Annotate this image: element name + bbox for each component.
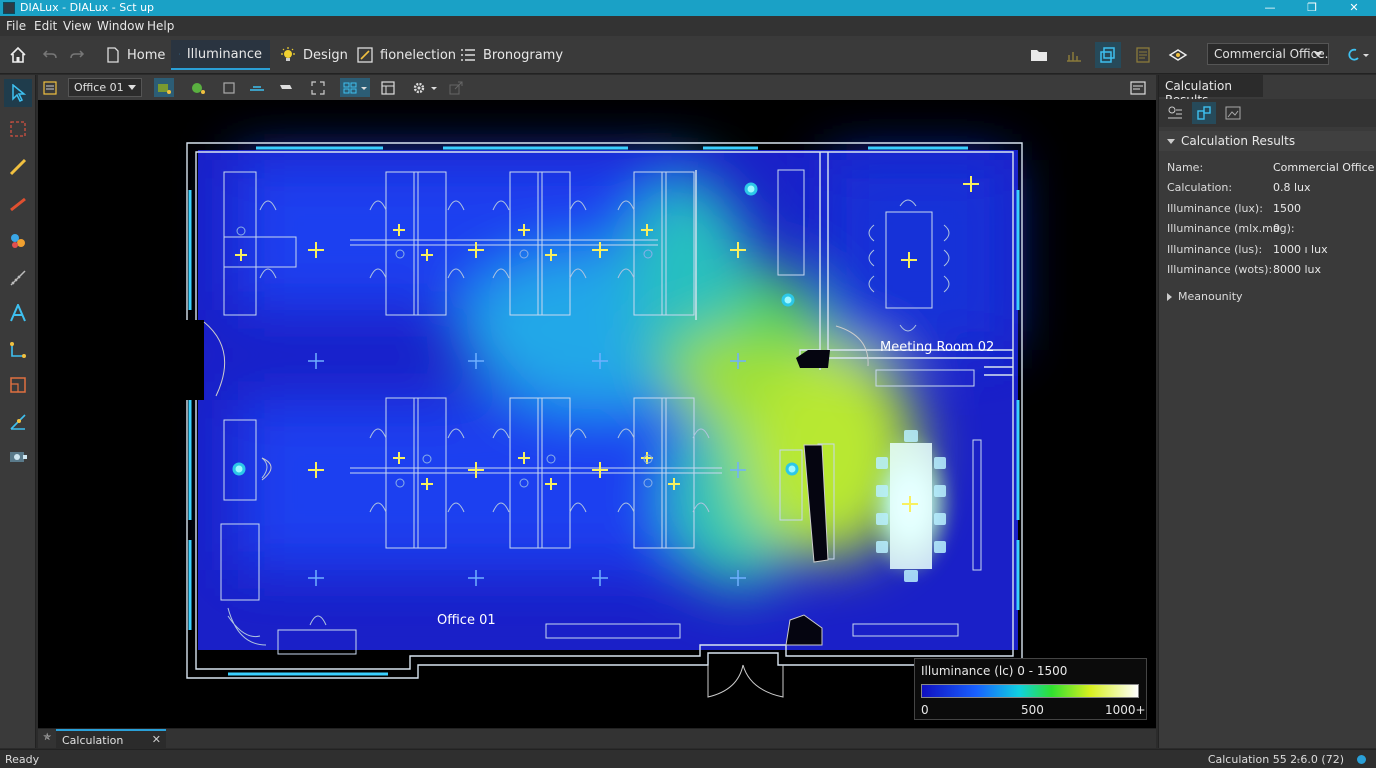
- bottom-tab-bar: ✯ Calculation Results ✕: [38, 728, 1156, 760]
- close-tab-icon[interactable]: ✕: [152, 733, 161, 746]
- tab-illuminance[interactable]: Illuminance: [171, 40, 270, 70]
- heatmap-floorplan: Office 01 Meeting Room 02: [178, 142, 1023, 698]
- chevron-down-icon: [128, 85, 136, 90]
- settings-dropdown-icon[interactable]: [410, 78, 440, 97]
- close-button[interactable]: ✕: [1334, 0, 1374, 16]
- list-icon: [461, 49, 475, 61]
- menu-view[interactable]: View: [63, 19, 91, 33]
- sphere-view-icon[interactable]: [188, 78, 208, 97]
- room-icon[interactable]: [4, 371, 32, 399]
- tab-home[interactable]: Home: [98, 40, 173, 70]
- restore-icon[interactable]: ❐: [1292, 0, 1332, 16]
- status-ready: Ready: [5, 753, 40, 766]
- pin-icon[interactable]: ✯: [43, 732, 51, 743]
- room-label-meeting[interactable]: Meeting Room 02: [880, 340, 994, 355]
- minimize-button[interactable]: —: [1250, 0, 1290, 16]
- tab-calculation-results[interactable]: Calculation Results ✕: [56, 729, 166, 760]
- tab-design[interactable]: Design: [272, 40, 356, 70]
- property-row: Illuminance (wots): 8000 lux: [1167, 263, 1322, 276]
- table-view-icon[interactable]: [378, 78, 398, 97]
- property-row: Illuminance (lus): 1000 ı lux: [1167, 243, 1328, 256]
- property-row: Name: Commercial Office: [1167, 161, 1375, 174]
- legend-color-scale: [921, 684, 1139, 698]
- layers-icon[interactable]: [1165, 42, 1191, 68]
- view-toggle-icon[interactable]: [40, 78, 60, 97]
- status-calculation: Calculation 55 2ₜ6.0 (72): [1207, 753, 1344, 766]
- results-icon[interactable]: [1192, 102, 1216, 124]
- legend-tick-min: 0: [921, 703, 929, 717]
- home-icon[interactable]: [5, 42, 31, 68]
- image-icon[interactable]: [1221, 102, 1245, 124]
- document-icon: [107, 47, 119, 63]
- status-indicator-icon: [1357, 755, 1366, 764]
- left-toolbar: [0, 75, 36, 748]
- section-meanounity[interactable]: Meanounity: [1159, 286, 1376, 306]
- status-bar: Ready Calculation 55 2ₜ6.0 (72): [0, 749, 1376, 768]
- menu-bar: File Edit View Window Help: [0, 16, 1376, 36]
- measure-icon[interactable]: [4, 264, 32, 292]
- object-group-icon[interactable]: [4, 227, 32, 255]
- panel-header[interactable]: Calculation Results: [1159, 75, 1263, 107]
- app-icon: [3, 2, 15, 14]
- chevron-down-icon: [1314, 52, 1322, 57]
- legend-tick-max: 1000+: [1105, 703, 1146, 717]
- tab-bronogramy[interactable]: Bronogramy: [452, 40, 571, 70]
- property-row: Illuminance (mlx.mag): 0: [1167, 222, 1295, 235]
- section-calculation-results[interactable]: Calculation Results: [1159, 131, 1376, 151]
- lightbulb-icon: [281, 47, 295, 61]
- select-pointer-icon[interactable]: [4, 79, 32, 107]
- legend-title: Illuminance (lc) 0 - 1500: [921, 664, 1068, 678]
- plane-view-icon[interactable]: [247, 78, 267, 97]
- illuminance-icon: [179, 53, 180, 55]
- draw-wall-icon[interactable]: [4, 190, 32, 218]
- text-icon[interactable]: [4, 299, 32, 327]
- edit-square-icon: [357, 47, 373, 63]
- menu-edit[interactable]: Edit: [34, 19, 57, 33]
- panel-toggle-icon[interactable]: [1128, 78, 1148, 97]
- redo-icon[interactable]: [64, 42, 90, 68]
- grid-view-dropdown-icon[interactable]: [340, 78, 370, 97]
- properties-icon[interactable]: [1163, 102, 1187, 124]
- ribbon-toolbar: Home Illuminance Design fionelection Bro…: [0, 36, 1376, 74]
- calculation-results-panel: Calculation Results Calculation Results …: [1158, 75, 1376, 748]
- luminaire-view-icon[interactable]: [154, 78, 174, 97]
- chevron-down-icon: [1167, 139, 1175, 144]
- project-select[interactable]: Commercial Office...: [1207, 43, 1329, 65]
- title-bar: DIALux - DIALux - Sct up — ❐ ✕: [0, 0, 1376, 16]
- property-row: Calculation: 0.8 lux: [1167, 181, 1311, 194]
- floor-plan-canvas[interactable]: Office 01 Meeting Room 02 Illuminance (l…: [38, 100, 1156, 728]
- light-direction-icon[interactable]: [276, 78, 296, 97]
- window-title: DIALux - DIALux - Sct up: [20, 1, 155, 14]
- illuminance-legend: Illuminance (lc) 0 - 1500 0 500 1000+: [914, 658, 1147, 720]
- chevron-right-icon: [1167, 293, 1172, 301]
- draw-line-icon[interactable]: [4, 153, 32, 181]
- refresh-dropdown-icon[interactable]: [1340, 42, 1372, 68]
- tab-fionelection[interactable]: fionelection: [349, 40, 464, 70]
- room-label-office[interactable]: Office 01: [437, 613, 496, 628]
- menu-file[interactable]: File: [6, 19, 26, 33]
- box-view-icon[interactable]: [219, 78, 239, 97]
- render-icon[interactable]: [4, 443, 32, 471]
- undo-icon[interactable]: [37, 42, 63, 68]
- menu-window[interactable]: Window: [97, 19, 144, 33]
- chart-icon[interactable]: [1061, 42, 1087, 68]
- open-folder-icon[interactable]: [1026, 42, 1052, 68]
- legend-tick-mid: 500: [1021, 703, 1044, 717]
- copy-view-icon[interactable]: [1095, 42, 1121, 68]
- export-icon[interactable]: [446, 78, 466, 97]
- fit-view-icon[interactable]: [308, 78, 328, 97]
- dimension-icon[interactable]: [4, 336, 32, 364]
- panel-tabs: [1159, 99, 1376, 127]
- select-area-icon[interactable]: [4, 115, 32, 143]
- calculation-grid-icon[interactable]: [4, 408, 32, 436]
- property-row: Illuminance (lux): 1500: [1167, 202, 1301, 215]
- menu-help[interactable]: Help: [147, 19, 174, 33]
- report-icon[interactable]: [1130, 42, 1156, 68]
- room-select[interactable]: Office 01: [68, 78, 142, 97]
